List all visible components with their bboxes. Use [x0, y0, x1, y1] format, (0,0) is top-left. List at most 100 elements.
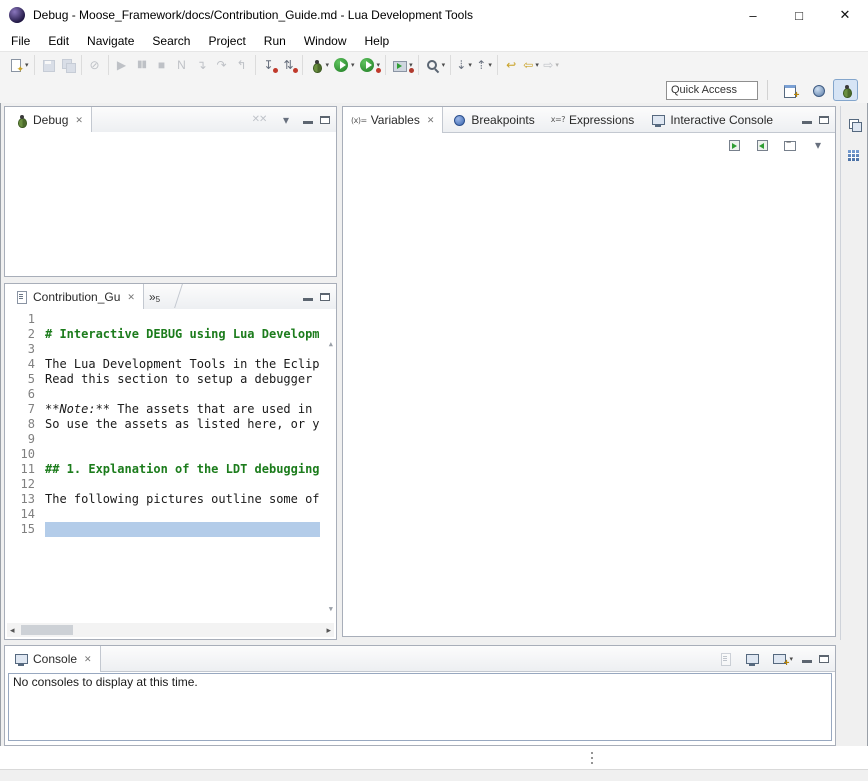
minimize-view-button[interactable] — [802, 116, 812, 124]
scroll-down-icon[interactable] — [329, 602, 333, 617]
tab-expressions[interactable]: x=?Expressions — [543, 107, 643, 132]
console-viewer[interactable]: No consoles to display at this time. — [8, 673, 832, 741]
show-columns-button[interactable] — [752, 134, 772, 156]
debug-perspective-button[interactable] — [833, 79, 858, 101]
grid-icon — [846, 148, 862, 164]
glyph-icon: ↰ — [236, 59, 246, 71]
menu-edit[interactable]: Edit — [39, 32, 78, 50]
horizontal-scrollbar[interactable] — [7, 623, 334, 637]
view-menu-button[interactable]: ▾ — [276, 109, 296, 131]
line-number: 1 — [5, 312, 35, 327]
maximize-button[interactable]: □ — [776, 0, 822, 30]
minimize-button[interactable]: – — [730, 0, 776, 30]
persp-new-icon — [782, 82, 798, 98]
resume-button[interactable]: ▶ — [112, 54, 132, 76]
save-all-button[interactable] — [58, 54, 78, 76]
code-line — [45, 387, 320, 402]
menu-navigate[interactable]: Navigate — [78, 32, 143, 50]
glyph-icon: ✕✕ — [252, 115, 267, 125]
open-console-button[interactable]: ▾ — [769, 648, 795, 670]
menu-project[interactable]: Project — [199, 32, 254, 50]
disconnect-button[interactable]: N — [172, 54, 192, 76]
menu-window[interactable]: Window — [295, 32, 356, 50]
editor-gutter[interactable]: 123456789101112131415 — [5, 312, 35, 537]
scroll-left-icon[interactable] — [10, 626, 15, 635]
close-button[interactable]: ✕ — [822, 0, 868, 30]
forward-button[interactable]: ⇨▾ — [541, 54, 561, 76]
drop-to-frame-button[interactable]: ↧ — [259, 54, 279, 76]
debug-button[interactable]: ▾ — [306, 54, 332, 76]
close-icon[interactable]: ✕ — [84, 654, 92, 665]
close-icon[interactable]: ✕ — [427, 115, 435, 126]
step-return-button[interactable]: ↰ — [232, 54, 252, 76]
tab-contribution-guide[interactable]: Contribution_Gu ✕ — [5, 284, 144, 310]
collapse-all-button[interactable] — [780, 134, 800, 156]
maximize-view-button[interactable] — [819, 116, 829, 124]
toolbar-separator — [450, 55, 451, 75]
grnbox2-icon — [754, 137, 770, 153]
previous-annotation-button[interactable]: ⇡▾ — [474, 54, 494, 76]
lua-perspective-button[interactable] — [805, 79, 830, 101]
secondary-toolbar: Quick Access — [0, 77, 868, 103]
maximize-view-button[interactable] — [819, 655, 829, 663]
glyph-icon: ⇦ — [523, 59, 533, 71]
remove-all-terminated-button[interactable]: ✕✕ — [249, 109, 269, 131]
use-step-filters-button[interactable]: ⇅ — [279, 54, 299, 76]
editor-text-area[interactable]: 123456789101112131415 # Interactive DEBU… — [5, 309, 336, 639]
editor-panel: Contribution_Gu ✕ 5 12345678910111213141… — [4, 283, 337, 640]
toolbar-separator — [767, 80, 768, 100]
search-button[interactable]: ▾ — [422, 54, 448, 76]
menu-file[interactable]: File — [2, 32, 39, 50]
maximize-view-button[interactable] — [320, 116, 330, 124]
tab-overflow-chevron[interactable]: 5 — [144, 284, 165, 309]
debug-view-content[interactable] — [5, 132, 336, 276]
minimized-views-strip — [840, 106, 866, 640]
back-button[interactable]: ⇦▾ — [521, 54, 541, 76]
tab-debug[interactable]: Debug ✕ — [5, 107, 92, 133]
bottom-sash-grip[interactable] — [586, 748, 598, 768]
menu-search[interactable]: Search — [143, 32, 199, 50]
external-tools-button[interactable]: ▾ — [389, 54, 415, 76]
glyph-icon: ↩ — [506, 59, 516, 71]
next-annotation-button[interactable]: ⇣▾ — [454, 54, 474, 76]
tab-variables[interactable]: (x)=Variables✕ — [343, 107, 443, 133]
grnbox-icon — [726, 137, 742, 153]
display-selected-console-button[interactable] — [742, 648, 762, 670]
scroll-up-icon[interactable] — [329, 337, 333, 352]
view-menu-button[interactable]: ▾ — [808, 134, 828, 156]
skip-all-breakpoints-button[interactable]: ⊘ — [85, 54, 105, 76]
dropdown-arrow-icon: ▾ — [351, 61, 355, 69]
open-perspective-button[interactable] — [777, 79, 802, 101]
perspective-bar — [777, 79, 858, 101]
minimize-view-button[interactable] — [303, 293, 313, 301]
menu-run[interactable]: Run — [255, 32, 295, 50]
pin-console-button[interactable] — [715, 648, 735, 670]
scrollbar-thumb[interactable] — [21, 625, 73, 635]
close-icon[interactable]: ✕ — [127, 292, 135, 303]
scroll-right-icon[interactable] — [326, 626, 331, 635]
tab-label: Debug — [33, 113, 68, 127]
maximize-view-button[interactable] — [320, 293, 330, 301]
variables-panel: (x)=Variables✕Breakpointsx=?ExpressionsI… — [342, 106, 836, 637]
minimize-view-button[interactable] — [303, 116, 313, 124]
step-over-button[interactable]: ↷ — [212, 54, 232, 76]
tab-breakpoints[interactable]: Breakpoints — [443, 107, 542, 132]
show-logical-structures-button[interactable] — [724, 134, 744, 156]
outline-view-button[interactable] — [844, 145, 864, 167]
run-button[interactable]: ▾ — [331, 54, 357, 76]
last-edit-location-button[interactable]: ↩ — [501, 54, 521, 76]
tab-console[interactable]: Console ✕ — [5, 646, 101, 672]
restore-minimized-views-button[interactable] — [844, 113, 864, 135]
close-icon[interactable]: ✕ — [75, 115, 83, 126]
terminate-button[interactable]: ■ — [152, 54, 172, 76]
step-into-button[interactable]: ↴ — [192, 54, 212, 76]
menu-help[interactable]: Help — [356, 32, 399, 50]
suspend-button[interactable]: ▮▮ — [132, 54, 152, 76]
save-button[interactable] — [38, 54, 58, 76]
coverage-button[interactable]: ▾ — [357, 54, 383, 76]
quick-access-box[interactable]: Quick Access — [666, 81, 758, 100]
minimize-view-button[interactable] — [802, 655, 812, 663]
variables-view-content[interactable] — [343, 156, 835, 636]
new-wizard-button[interactable]: ▾ — [5, 54, 31, 76]
tab-interactive-console[interactable]: Interactive Console — [642, 107, 781, 132]
